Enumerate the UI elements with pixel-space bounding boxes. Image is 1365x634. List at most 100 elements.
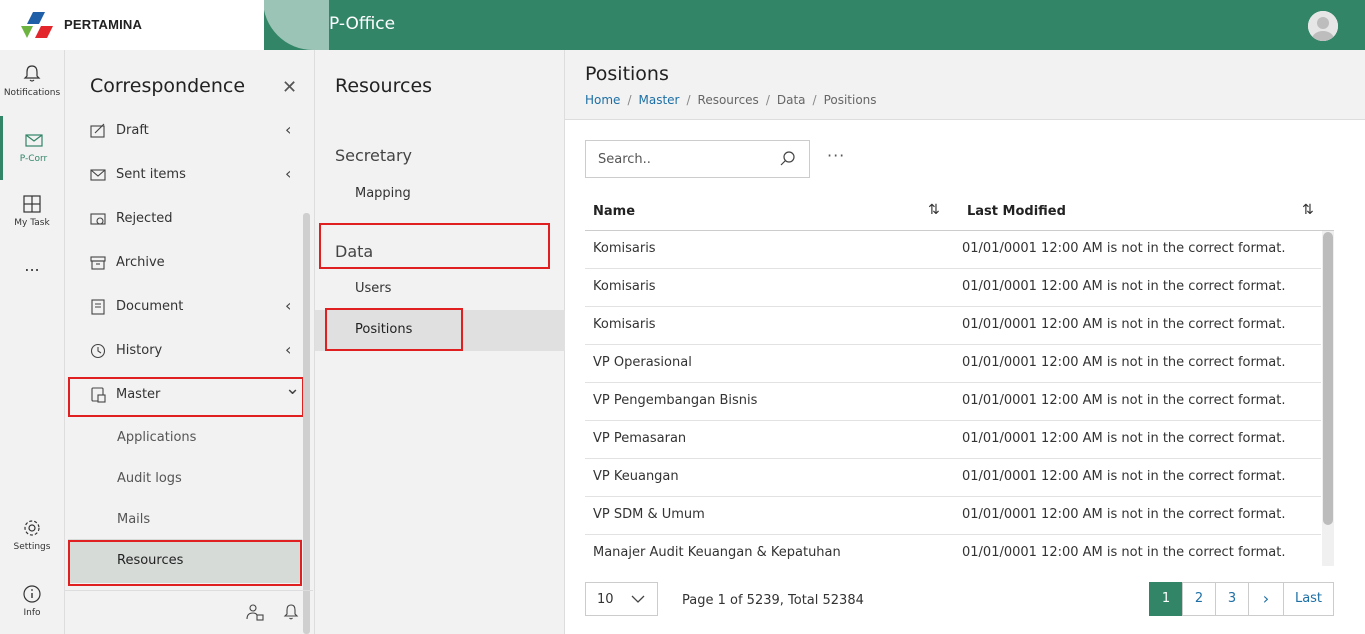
table-row[interactable]: VP SDM & Umum 01/01/0001 12:00 AM is not … bbox=[585, 497, 1321, 535]
app-title: P-Office bbox=[329, 14, 396, 34]
layout-icon bbox=[23, 195, 41, 213]
column-header-last-modified[interactable]: Last Modified bbox=[967, 204, 1066, 219]
page-size-select[interactable]: 10 bbox=[585, 582, 658, 616]
last-page-button[interactable]: Last bbox=[1283, 582, 1334, 616]
menu-label: Draft bbox=[116, 123, 149, 138]
rail-item-settings[interactable]: Settings bbox=[0, 518, 64, 552]
rail-item-notifications[interactable]: Notifications bbox=[0, 64, 64, 98]
table-row[interactable]: VP Keuangan 01/01/0001 12:00 AM is not in… bbox=[585, 459, 1321, 497]
menu-item-sent-items[interactable]: Sent items ‹ bbox=[65, 155, 305, 195]
cell-name: Komisaris bbox=[593, 241, 656, 256]
top-bar: PERTAMINA P-Office bbox=[0, 0, 1365, 50]
submenu-applications[interactable]: Applications bbox=[117, 430, 196, 445]
highlight-resources bbox=[68, 540, 302, 586]
table-row[interactable]: VP Operasional 01/01/0001 12:00 AM is not… bbox=[585, 345, 1321, 383]
logo-text: PERTAMINA bbox=[64, 17, 143, 32]
user-lock-icon[interactable] bbox=[246, 603, 264, 621]
cell-modified: 01/01/0001 12:00 AM is not in the correc… bbox=[962, 317, 1286, 332]
cell-modified: 01/01/0001 12:00 AM is not in the correc… bbox=[962, 545, 1286, 560]
cell-modified: 01/01/0001 12:00 AM is not in the correc… bbox=[962, 469, 1286, 484]
menu-item-document[interactable]: Document ‹ bbox=[65, 287, 305, 327]
logo-area: PERTAMINA bbox=[0, 0, 264, 50]
page-header: Positions Home / Master / Resources / Data / Pos… bbox=[565, 50, 1365, 120]
history-icon bbox=[90, 343, 106, 359]
cell-name: Manajer Audit Keuangan & Kepatuhan bbox=[593, 545, 841, 560]
rail-item-my-task[interactable]: My Task bbox=[0, 194, 64, 228]
table-row[interactable]: Komisaris 01/01/0001 12:00 AM is not in t… bbox=[585, 231, 1321, 269]
sort-icon[interactable]: ⇅ bbox=[928, 202, 940, 218]
rail-item-p-corr[interactable]: P-Corr bbox=[0, 116, 64, 180]
cell-name: Komisaris bbox=[593, 317, 656, 332]
page-info: Page 1 of 5239, Total 52384 bbox=[682, 593, 864, 608]
more-icon: ... bbox=[24, 256, 40, 275]
chevron-left-icon: ‹ bbox=[285, 120, 292, 139]
rail-more[interactable]: ... bbox=[0, 256, 64, 275]
bell-icon[interactable] bbox=[282, 603, 300, 621]
submenu-audit-logs[interactable]: Audit logs bbox=[117, 471, 182, 486]
pertamina-logo-icon bbox=[21, 12, 53, 38]
nav-item-users[interactable]: Users bbox=[355, 281, 391, 296]
pagination: 1 2 3 › Last bbox=[1149, 582, 1334, 616]
table-scrollbar-thumb[interactable] bbox=[1323, 232, 1333, 525]
bell-icon bbox=[23, 65, 41, 82]
menu-label: Archive bbox=[116, 255, 165, 270]
page-title: Positions bbox=[585, 63, 669, 85]
rail-item-info[interactable]: Info bbox=[0, 584, 64, 618]
breadcrumb-resources: Resources bbox=[697, 93, 759, 107]
cell-name: VP Pemasaran bbox=[593, 431, 687, 446]
info-icon bbox=[23, 585, 41, 603]
more-options-icon[interactable]: ··· bbox=[827, 146, 845, 165]
user-icon bbox=[1308, 11, 1338, 41]
next-page-button[interactable]: › bbox=[1248, 582, 1284, 616]
document-icon bbox=[91, 299, 105, 315]
cell-modified: 01/01/0001 12:00 AM is not in the correc… bbox=[962, 393, 1286, 408]
menu-item-draft[interactable]: Draft ‹ bbox=[65, 111, 305, 151]
header-decoration bbox=[263, 0, 329, 50]
table-body: Komisaris 01/01/0001 12:00 AM is not in t… bbox=[585, 231, 1321, 566]
cell-name: Komisaris bbox=[593, 279, 656, 294]
chevron-left-icon: ‹ bbox=[285, 164, 292, 183]
menu-label: History bbox=[116, 343, 163, 358]
user-avatar[interactable] bbox=[1308, 11, 1338, 41]
search-icon[interactable] bbox=[779, 150, 797, 168]
sent-icon bbox=[90, 169, 106, 181]
chevron-left-icon: ‹ bbox=[285, 296, 292, 315]
menu-item-history[interactable]: History ‹ bbox=[65, 331, 305, 371]
table-row[interactable]: VP Pengembangan Bisnis 01/01/0001 12:00 A… bbox=[585, 383, 1321, 421]
search-input[interactable]: Search.. bbox=[585, 140, 810, 178]
nav-item-mapping[interactable]: Mapping bbox=[355, 186, 411, 201]
breadcrumb-master[interactable]: Master bbox=[638, 93, 679, 107]
page-button-3[interactable]: 3 bbox=[1215, 582, 1249, 616]
page-button-2[interactable]: 2 bbox=[1182, 582, 1216, 616]
cell-name: VP SDM & Umum bbox=[593, 507, 705, 522]
cell-modified: 01/01/0001 12:00 AM is not in the correc… bbox=[962, 507, 1286, 522]
menu-label: Sent items bbox=[116, 167, 186, 182]
chevron-left-icon: ‹ bbox=[285, 340, 292, 359]
table-row[interactable]: Komisaris 01/01/0001 12:00 AM is not in t… bbox=[585, 307, 1321, 345]
rail-label: Settings bbox=[13, 542, 51, 552]
draft-icon bbox=[90, 123, 105, 138]
cell-modified: 01/01/0001 12:00 AM is not in the correc… bbox=[962, 355, 1286, 370]
gear-icon bbox=[24, 520, 40, 536]
sort-icon[interactable]: ⇅ bbox=[1302, 202, 1314, 218]
breadcrumb-home[interactable]: Home bbox=[585, 93, 620, 107]
page-button-1[interactable]: 1 bbox=[1149, 582, 1183, 616]
menu-item-rejected[interactable]: Rejected bbox=[65, 199, 305, 239]
group-secretary: Secretary bbox=[335, 146, 412, 165]
table-header: Name ⇅ Last Modified ⇅ bbox=[585, 193, 1334, 231]
panel-title: Resources bbox=[335, 75, 433, 97]
scrollbar[interactable] bbox=[303, 213, 310, 634]
submenu-mails[interactable]: Mails bbox=[117, 512, 150, 527]
menu-item-archive[interactable]: Archive bbox=[65, 243, 305, 283]
column-header-name[interactable]: Name bbox=[593, 204, 635, 219]
table-row[interactable]: VP Pemasaran 01/01/0001 12:00 AM is not i… bbox=[585, 421, 1321, 459]
table-row[interactable]: Manajer Audit Keuangan & Kepatuhan 01/01/… bbox=[585, 535, 1321, 566]
breadcrumb-positions: Positions bbox=[823, 93, 877, 107]
close-icon[interactable]: ✕ bbox=[282, 77, 297, 98]
panel-footer bbox=[65, 590, 313, 634]
rail-label: P-Corr bbox=[19, 154, 48, 164]
highlight-data bbox=[319, 223, 550, 269]
menu-label: Document bbox=[116, 299, 184, 314]
rejected-icon bbox=[90, 213, 106, 225]
table-row[interactable]: Komisaris 01/01/0001 12:00 AM is not in t… bbox=[585, 269, 1321, 307]
